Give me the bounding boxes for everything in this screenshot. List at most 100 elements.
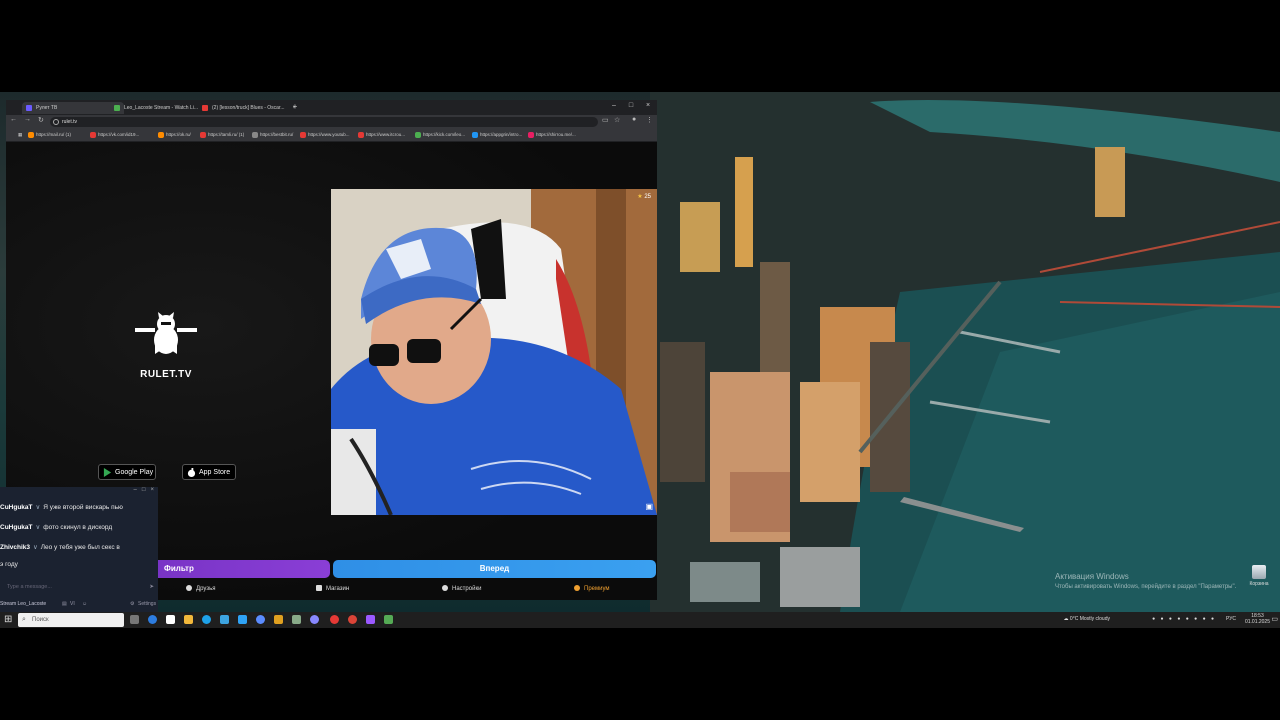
forward-icon[interactable]: →: [24, 116, 31, 123]
nav-shop[interactable]: Магазин: [316, 585, 349, 592]
star-icon: ★: [637, 194, 643, 200]
back-icon[interactable]: ←: [10, 116, 17, 123]
language-indicator[interactable]: РУС: [1226, 616, 1236, 622]
chat-username[interactable]: CuHgukaT: [0, 524, 33, 531]
close-icon[interactable]: ×: [150, 487, 154, 493]
viewer-count: ★ 25: [637, 193, 651, 200]
gear-icon: [442, 585, 448, 591]
bookmark-item[interactable]: https://kick.com/leo...: [415, 131, 465, 139]
cloud-icon: ☁: [1063, 616, 1069, 622]
chat-username[interactable]: CuHgukaT: [0, 504, 33, 511]
bookmark-star-icon[interactable]: ☆: [614, 116, 620, 124]
apple-icon: [187, 468, 196, 477]
cast-icon[interactable]: ▭: [602, 116, 609, 124]
chat-overlay: – □ × CuHgukaT ∨ Я уже второй вискарь пью …: [0, 487, 158, 612]
google-play-icon: [103, 468, 112, 477]
chat-settings-label[interactable]: Settings: [138, 598, 156, 610]
tab-kick-stream[interactable]: Leo_Lacoste Stream - Watch Li... ×: [110, 102, 212, 114]
chat-stream-name: Stream Leo_Lacoste: [0, 601, 47, 607]
send-icon[interactable]: ➤: [149, 582, 154, 592]
chat-username[interactable]: Zhivchik3: [0, 544, 30, 551]
bookmark-item[interactable]: https://ok.ru/: [158, 131, 191, 139]
notification-icon[interactable]: ▭: [1271, 615, 1278, 623]
activation-subtitle: Чтобы активировать Windows, перейдите в …: [1055, 584, 1237, 590]
google-play-badge[interactable]: Google Play: [98, 464, 156, 480]
chat-text: Я уже второй вискарь пью: [43, 504, 123, 511]
app-icon[interactable]: [256, 615, 265, 624]
app-icon[interactable]: [330, 615, 339, 624]
app-icon[interactable]: [238, 615, 247, 624]
task-view-icon[interactable]: [130, 615, 139, 624]
nav-friends[interactable]: Друзья: [186, 585, 215, 592]
search-icon: ⌕: [22, 616, 26, 623]
app-icon[interactable]: [310, 615, 319, 624]
app-icon[interactable]: [166, 615, 175, 624]
nav-settings[interactable]: Настройки: [442, 585, 481, 592]
bookmark-item[interactable]: https://tamli.ru/ (1): [200, 131, 244, 139]
rulet-logo: RULET.TV: [116, 310, 216, 380]
recycle-bin[interactable]: Корзина: [1248, 565, 1270, 587]
minimize-button[interactable]: –: [607, 102, 621, 109]
bookmark-item[interactable]: https://www.itcrou...: [358, 131, 405, 139]
weather-widget[interactable]: ☁ 0°C Mostly cloudy: [1064, 616, 1110, 622]
app-icon[interactable]: [366, 615, 375, 624]
chrome-icon[interactable]: [348, 615, 357, 624]
chat-text: э году: [0, 561, 18, 568]
profile-icon[interactable]: ●: [632, 116, 636, 123]
app-icon[interactable]: [384, 615, 393, 624]
bookmarks-bar: ▦ https://mail.ru/ (1) https://vk.com/id…: [6, 129, 657, 142]
site-info-icon[interactable]: [53, 119, 59, 125]
chat-count: VI: [70, 601, 75, 607]
reload-icon[interactable]: ↻: [38, 116, 44, 124]
tab-rulet[interactable]: Рулет ТВ ×: [22, 102, 124, 114]
file-explorer-icon[interactable]: [184, 615, 193, 624]
app-icon[interactable]: [274, 615, 283, 624]
search-placeholder: Поиск: [32, 617, 49, 623]
bookmark-item[interactable]: https://mail.ru/ (1): [28, 131, 71, 139]
camera-switch-icon[interactable]: ▣: [645, 502, 653, 511]
address-bar[interactable]: rulet.tv: [50, 117, 598, 127]
bookmark-favicon-icon: [528, 132, 534, 138]
windows-activation-watermark: Активация Windows Чтобы активировать Win…: [1055, 572, 1236, 590]
shop-icon: [316, 585, 322, 591]
maximize-icon[interactable]: □: [142, 487, 146, 493]
chat-message: CuHgukaT ∨ Я уже второй вискарь пью: [0, 503, 158, 512]
menu-icon[interactable]: ⋮: [646, 116, 653, 124]
tab-youtube[interactable]: (2) [lesson/truck] Blues - Oscar... ×: [198, 102, 300, 114]
chat-text: фото скинул в дискорд: [43, 524, 113, 531]
nav-premium[interactable]: Премиум: [574, 585, 610, 592]
tab-favicon-icon: [26, 105, 32, 111]
bookmark-item[interactable]: https://www.youtub...: [300, 131, 350, 139]
bookmark-item[interactable]: https://appgrin/intro...: [472, 131, 522, 139]
tray-icons[interactable]: ● ● ● ● ● ● ● ●: [1152, 616, 1216, 622]
bookmark-favicon-icon: [252, 132, 258, 138]
windows-taskbar: ⊞ ⌕ Поиск ☁ 0°C Mostly cloudy ● ● ● ● ● …: [0, 612, 1280, 628]
window-close-button[interactable]: ×: [641, 102, 655, 109]
google-play-label: Google Play: [115, 469, 154, 476]
new-tab-button[interactable]: +: [288, 102, 302, 111]
emote-icon[interactable]: ☺: [82, 598, 87, 610]
tab-label: Leo_Lacoste Stream - Watch Li...: [124, 105, 199, 111]
gear-icon[interactable]: ⚙: [130, 598, 134, 610]
maximize-button[interactable]: □: [624, 102, 638, 109]
edge-app-icon[interactable]: [148, 615, 157, 624]
telegram-icon[interactable]: [220, 615, 229, 624]
clock[interactable]: 18:53 01.01.2025: [1245, 613, 1270, 625]
minimize-icon[interactable]: –: [133, 487, 136, 493]
bookmark-item[interactable]: https://vk.com/id19...: [90, 131, 139, 139]
chat-input[interactable]: Type a message... ➤: [4, 582, 156, 592]
app-icon[interactable]: [202, 615, 211, 624]
next-button[interactable]: Вперед: [333, 560, 656, 578]
tab-favicon-icon: [114, 105, 120, 111]
app-store-badge[interactable]: App Store: [182, 464, 236, 480]
brand-name: RULET.TV: [140, 369, 192, 380]
taskbar-search[interactable]: ⌕ Поиск: [18, 613, 124, 627]
app-icon[interactable]: [292, 615, 301, 624]
chat-message-continuation: э году: [0, 560, 158, 569]
bookmark-item[interactable]: https://shirrou.me/...: [528, 131, 576, 139]
bookmark-item[interactable]: https://bestbit.ru/: [252, 131, 293, 139]
windows-start-icon[interactable]: ⊞: [4, 614, 12, 625]
apps-icon[interactable]: ▦: [10, 131, 22, 139]
filter-button-label: Фильтр: [164, 564, 194, 573]
webcam-video[interactable]: ★ 25 ▣: [331, 189, 657, 515]
